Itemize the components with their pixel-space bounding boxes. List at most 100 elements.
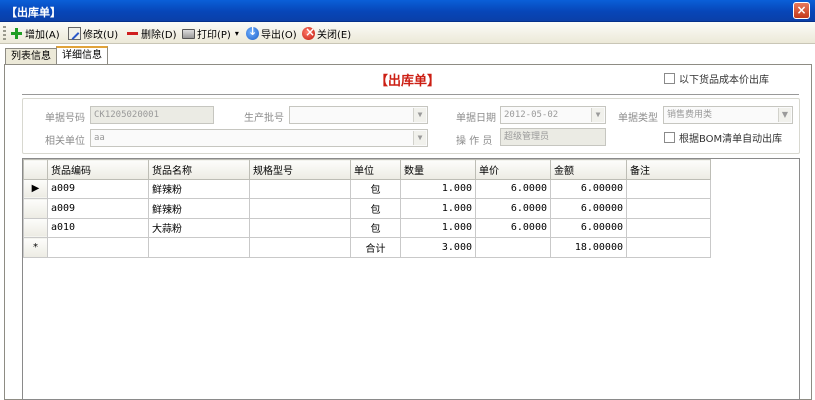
chevron-down-icon[interactable]: ▼ bbox=[413, 131, 426, 145]
col-header-qty[interactable]: 数量 bbox=[400, 159, 476, 180]
cell-spec[interactable] bbox=[249, 237, 351, 258]
cell-name[interactable]: 大蒜粉 bbox=[148, 217, 250, 238]
cell-spec[interactable] bbox=[249, 198, 351, 219]
table-row[interactable]: a009 鲜辣粉 包 1.000 6.0000 6.00000 bbox=[23, 198, 711, 219]
cell-qty[interactable]: 1.000 bbox=[400, 178, 476, 199]
close-button[interactable]: 关闭(E) bbox=[302, 25, 351, 41]
edit-label: 修改(U) bbox=[83, 29, 119, 41]
col-header-note[interactable]: 备注 bbox=[626, 159, 711, 180]
cell-unit[interactable]: 包 bbox=[350, 198, 401, 219]
date-picker[interactable]: 2012-05-02 ▼ bbox=[500, 106, 606, 124]
print-button[interactable]: 打印(P) ▾ bbox=[182, 25, 239, 41]
cell-code[interactable] bbox=[47, 237, 149, 258]
doc-no-field[interactable]: CK1205020001 bbox=[90, 106, 214, 124]
cell-price[interactable]: 6.0000 bbox=[475, 217, 551, 238]
delete-label: 删除(D) bbox=[141, 29, 177, 41]
cell-code[interactable]: a009 bbox=[47, 198, 149, 219]
cell-note[interactable] bbox=[626, 178, 711, 199]
grid-header-row: 货品编码 货品名称 规格型号 单位 数量 单价 金额 备注 bbox=[23, 159, 711, 180]
bom-option[interactable]: 根据BOM清单自动出库 bbox=[664, 130, 782, 145]
cost-price-option[interactable]: 以下货品成本价出库 bbox=[664, 71, 769, 86]
cell-name[interactable]: 鲜辣粉 bbox=[148, 198, 250, 219]
date-value: 2012-05-02 bbox=[504, 110, 559, 120]
cell-qty[interactable]: 1.000 bbox=[400, 198, 476, 219]
document-title: 【出库单】 bbox=[375, 74, 441, 89]
chevron-down-icon[interactable]: ▼ bbox=[413, 108, 426, 122]
print-label: 打印(P) bbox=[197, 29, 231, 41]
cell-name[interactable]: 鲜辣粉 bbox=[148, 178, 250, 199]
cell-note[interactable] bbox=[626, 198, 711, 219]
date-label: 单据日期 bbox=[456, 113, 496, 124]
operator-field[interactable]: 超级管理员 bbox=[500, 128, 606, 146]
batch-select[interactable]: ▼ bbox=[289, 106, 428, 124]
total-amount: 18.00000 bbox=[550, 237, 627, 258]
window-close-button[interactable]: × bbox=[793, 2, 810, 19]
cell-spec[interactable] bbox=[249, 217, 351, 238]
delete-button[interactable]: 删除(D) bbox=[126, 25, 177, 41]
cell-spec[interactable] bbox=[249, 178, 351, 199]
col-header-price[interactable]: 单价 bbox=[475, 159, 551, 180]
edit-button[interactable]: 修改(U) bbox=[68, 25, 118, 41]
export-icon bbox=[246, 25, 259, 40]
cell-unit[interactable]: 包 bbox=[350, 217, 401, 238]
col-header-code[interactable]: 货品编码 bbox=[47, 159, 149, 180]
col-header-unit[interactable]: 单位 bbox=[350, 159, 401, 180]
items-table: 货品编码 货品名称 规格型号 单位 数量 单价 金额 备注 ▶ a009 鲜辣粉… bbox=[23, 159, 711, 258]
title-bar: 【出库单】 × bbox=[0, 0, 815, 22]
printer-icon bbox=[182, 29, 195, 39]
cell-note[interactable] bbox=[626, 237, 711, 258]
col-header-spec[interactable]: 规格型号 bbox=[249, 159, 351, 180]
chevron-down-icon[interactable]: ▼ bbox=[778, 108, 791, 122]
export-label: 导出(O) bbox=[261, 29, 297, 41]
row-indicator[interactable] bbox=[23, 217, 48, 238]
total-label: 合计 bbox=[350, 237, 401, 258]
row-indicator[interactable] bbox=[23, 198, 48, 219]
related-select[interactable]: aa ▼ bbox=[90, 129, 428, 147]
tab-list-info[interactable]: 列表信息 bbox=[5, 48, 57, 64]
tab-detail-info[interactable]: 详细信息 bbox=[56, 46, 108, 64]
close-icon bbox=[302, 25, 315, 40]
total-row[interactable]: * 合计 3.000 18.00000 bbox=[23, 237, 711, 258]
cell-amount[interactable]: 6.00000 bbox=[550, 178, 627, 199]
grid-corner bbox=[23, 159, 48, 180]
doc-no-label: 单据号码 bbox=[45, 113, 85, 124]
cell-code[interactable]: a009 bbox=[47, 178, 149, 199]
header-divider bbox=[22, 94, 799, 95]
cell-amount[interactable]: 6.00000 bbox=[550, 198, 627, 219]
cell-amount[interactable]: 6.00000 bbox=[550, 217, 627, 238]
batch-label: 生产批号 bbox=[244, 113, 284, 124]
related-label: 相关单位 bbox=[45, 136, 85, 147]
related-value: aa bbox=[94, 133, 105, 143]
export-button[interactable]: 导出(O) bbox=[246, 25, 297, 41]
cell-price[interactable] bbox=[475, 237, 551, 258]
edit-icon bbox=[68, 26, 81, 40]
operator-label: 操 作 员 bbox=[456, 136, 493, 147]
items-grid: 货品编码 货品名称 规格型号 单位 数量 单价 金额 备注 ▶ a009 鲜辣粉… bbox=[22, 158, 800, 400]
cell-unit[interactable]: 包 bbox=[350, 178, 401, 199]
cell-price[interactable]: 6.0000 bbox=[475, 178, 551, 199]
table-row[interactable]: ▶ a009 鲜辣粉 包 1.000 6.0000 6.00000 bbox=[23, 178, 711, 199]
col-header-amount[interactable]: 金额 bbox=[550, 159, 627, 180]
type-label: 单据类型 bbox=[618, 113, 658, 124]
tab-strip: 列表信息 详细信息 bbox=[5, 46, 108, 65]
print-dropdown-caret[interactable]: ▾ bbox=[235, 29, 239, 38]
cost-price-checkbox[interactable] bbox=[664, 73, 675, 84]
new-row-indicator[interactable]: * bbox=[23, 237, 48, 258]
cell-code[interactable]: a010 bbox=[47, 217, 149, 238]
row-indicator[interactable]: ▶ bbox=[23, 178, 48, 199]
window-title: 【出库单】 bbox=[6, 6, 61, 19]
add-button[interactable]: 增加(A) bbox=[10, 25, 60, 41]
type-value: 销售费用类 bbox=[667, 110, 713, 120]
chevron-down-icon[interactable]: ▼ bbox=[591, 108, 604, 122]
type-select[interactable]: 销售费用类 ▼ bbox=[663, 106, 793, 124]
cell-price[interactable]: 6.0000 bbox=[475, 198, 551, 219]
cell-note[interactable] bbox=[626, 217, 711, 238]
bom-checkbox[interactable] bbox=[664, 132, 675, 143]
add-icon bbox=[10, 27, 23, 40]
table-row[interactable]: a010 大蒜粉 包 1.000 6.0000 6.00000 bbox=[23, 217, 711, 238]
cell-name[interactable] bbox=[148, 237, 250, 258]
total-qty: 3.000 bbox=[400, 237, 476, 258]
cost-price-label: 以下货品成本价出库 bbox=[679, 75, 769, 86]
col-header-name[interactable]: 货品名称 bbox=[148, 159, 250, 180]
cell-qty[interactable]: 1.000 bbox=[400, 217, 476, 238]
